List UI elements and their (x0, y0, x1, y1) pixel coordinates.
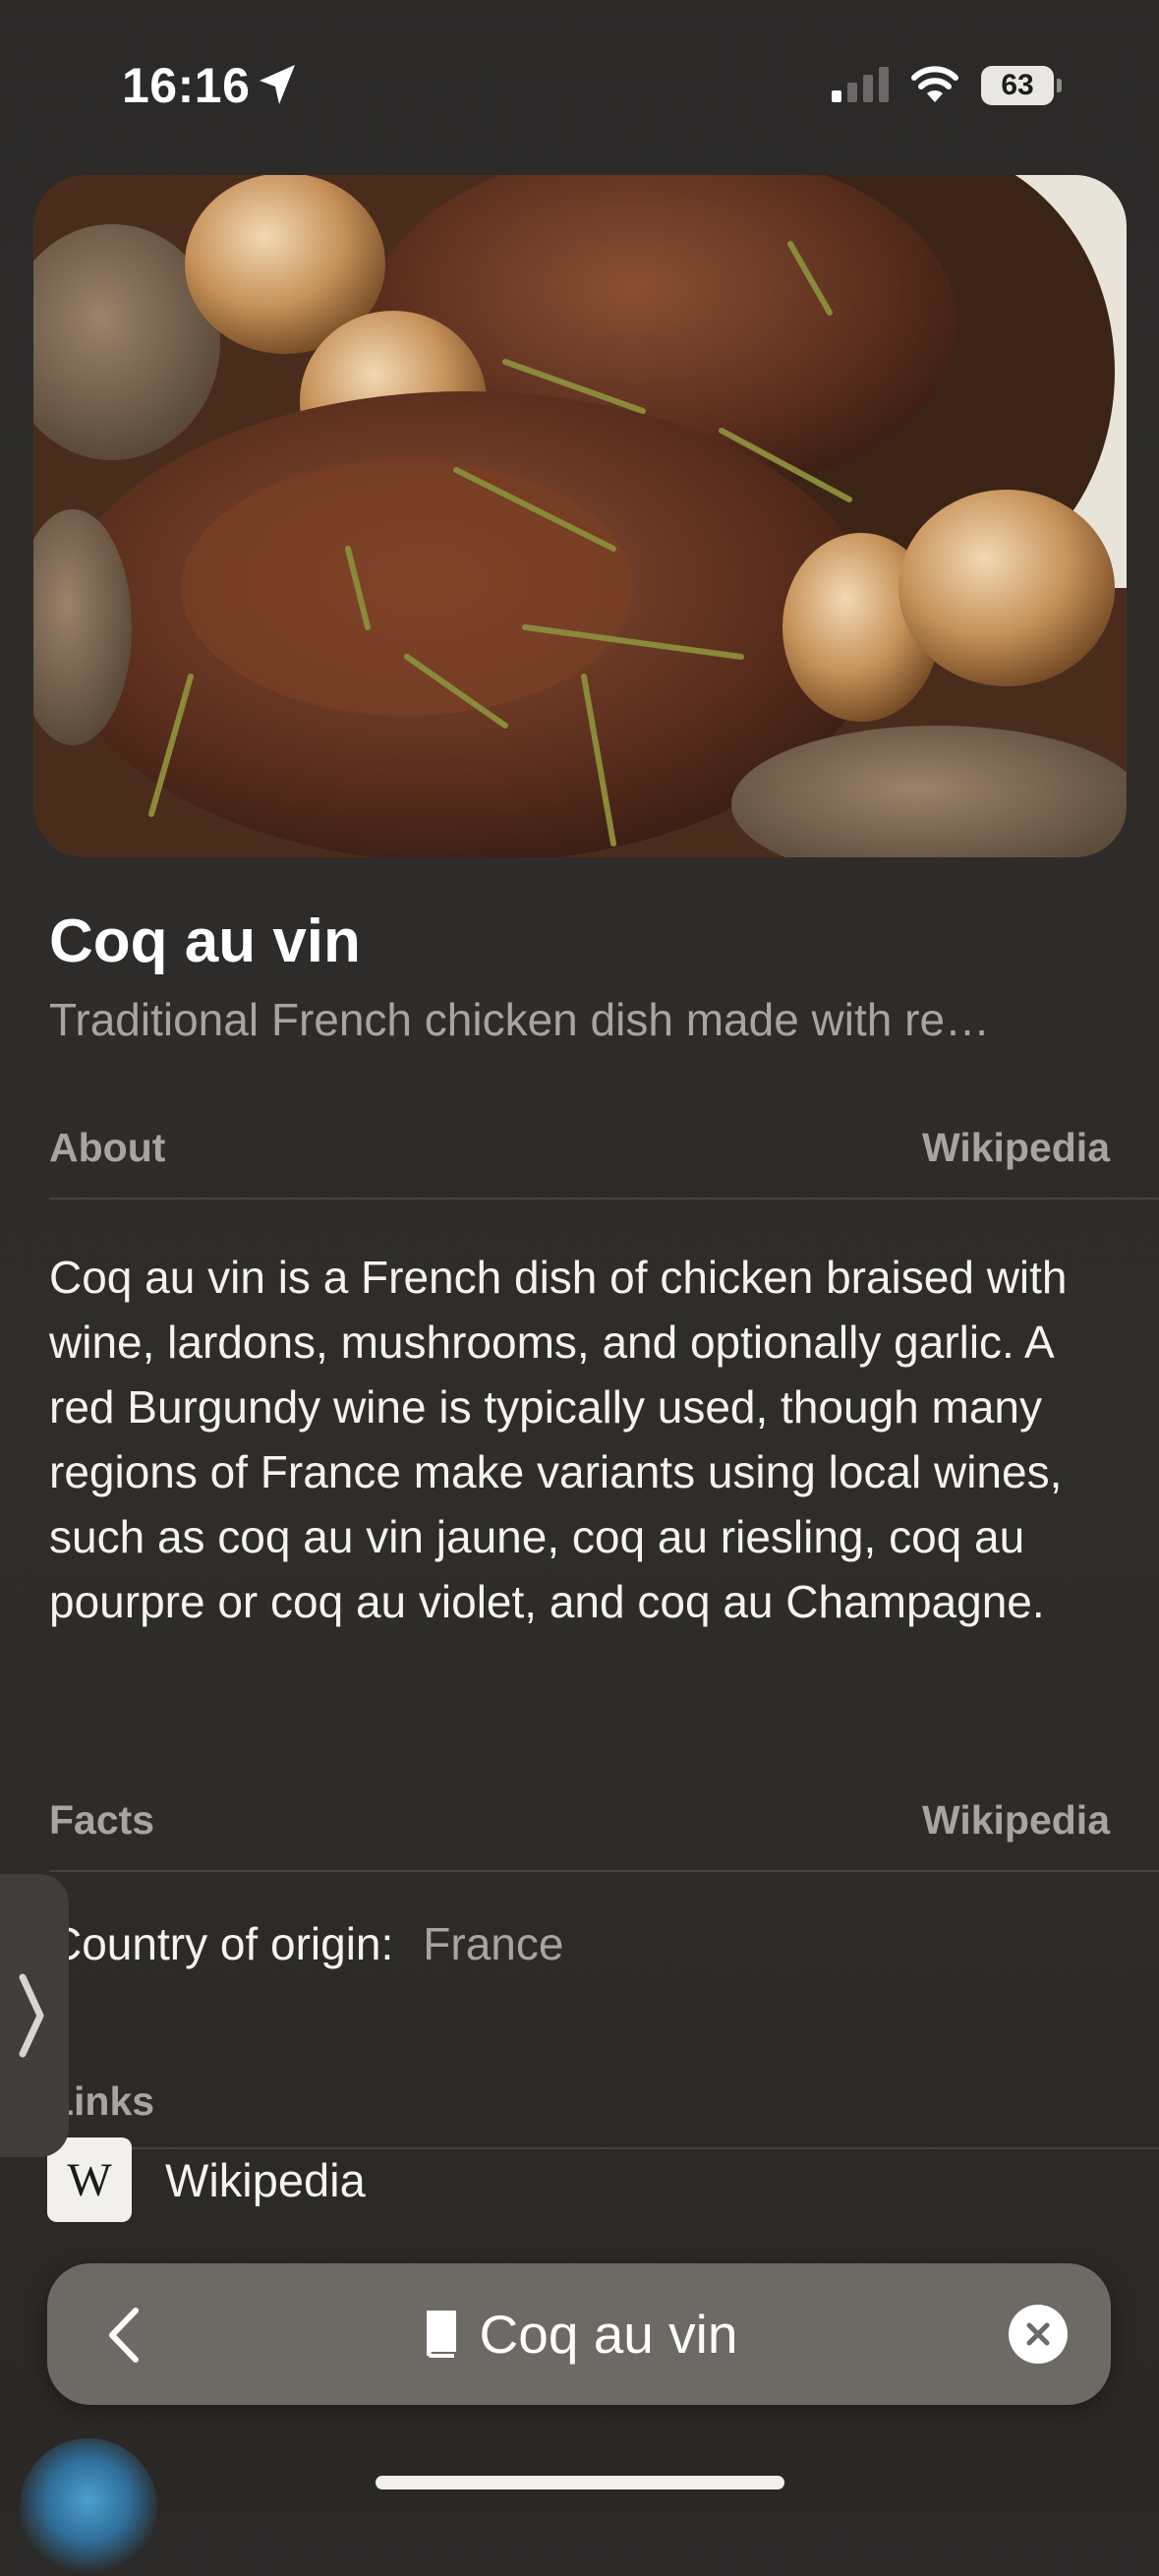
battery-icon: 63 (981, 66, 1054, 105)
dish-photo (33, 175, 1127, 857)
wifi-icon (911, 66, 958, 102)
location-arrow-icon (260, 65, 295, 104)
divider (49, 1198, 1159, 1200)
app-icon-peek (20, 2438, 157, 2576)
about-label: About (49, 1125, 166, 1170)
page-subtitle: Traditional French chicken dish made wit… (49, 994, 991, 1045)
facts-section-header: Facts Wikipedia (49, 1797, 1110, 1844)
fact-row: Country of origin: France (49, 1917, 563, 1970)
book-icon (426, 2311, 456, 2358)
close-icon[interactable] (1009, 2305, 1068, 2364)
links-section-header: Links (49, 2078, 1110, 2125)
side-panel-handle[interactable] (0, 1874, 69, 2157)
about-source-link[interactable]: Wikipedia (922, 1125, 1110, 1171)
wikipedia-link-label: Wikipedia (165, 2153, 366, 2206)
home-indicator[interactable] (376, 2476, 784, 2489)
close-glyph (1026, 2322, 1050, 2346)
hero-image[interactable] (33, 175, 1127, 857)
wikipedia-link[interactable]: W Wikipedia (47, 2137, 366, 2222)
status-time: 16:16 (122, 58, 251, 113)
battery-tip (1057, 79, 1062, 92)
tab-title[interactable]: Coq au vin (47, 2263, 1111, 2405)
fact-value: France (423, 1918, 564, 1969)
wikipedia-logo-icon: W (47, 2137, 132, 2222)
cellular-signal-icon (832, 67, 889, 102)
fact-key: Country of origin: (49, 1918, 394, 1969)
bottom-address-bar[interactable]: Coq au vin (47, 2263, 1111, 2405)
tab-title-label: Coq au vin (479, 2304, 738, 2365)
about-text: Coq au vin is a French dish of chicken b… (49, 1252, 1068, 1627)
facts-label: Facts (49, 1797, 155, 1843)
page-title: Coq au vin (49, 907, 361, 975)
battery-level: 63 (1001, 69, 1034, 101)
chevron-right-icon (19, 1973, 44, 2058)
facts-source-link[interactable]: Wikipedia (922, 1797, 1110, 1844)
about-section-header: About Wikipedia (49, 1125, 1110, 1171)
divider (49, 1870, 1159, 1872)
